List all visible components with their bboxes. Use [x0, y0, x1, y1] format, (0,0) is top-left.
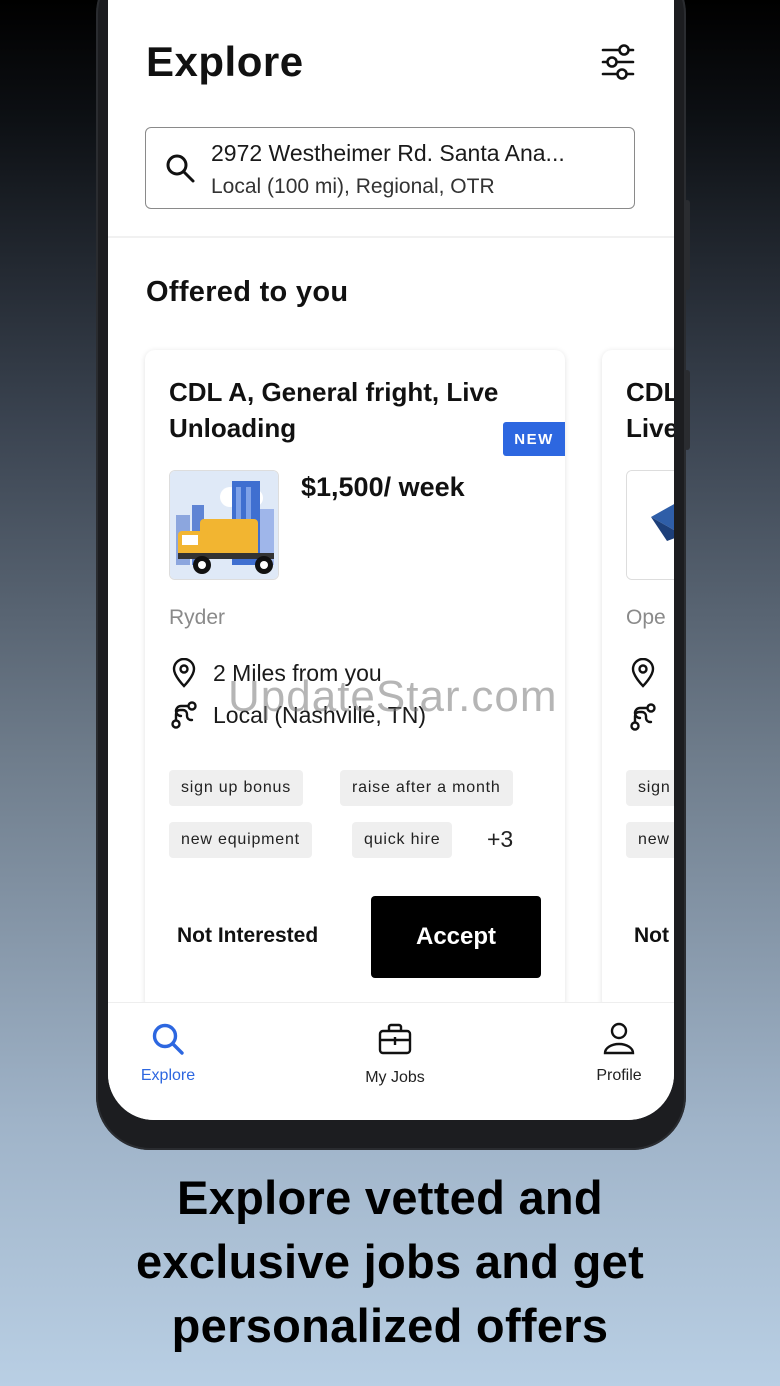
person-icon: [603, 1022, 635, 1055]
company-name: Ryder: [169, 606, 226, 629]
route-icon: [171, 701, 197, 729]
tag-chip: raise after a month: [340, 770, 513, 806]
caption-line: Explore vetted and: [177, 1171, 603, 1224]
caption-line: personalized offers: [171, 1299, 609, 1352]
job-thumbnail-truck-icon: [169, 470, 279, 580]
job-title: CDL A, General fright, Live Unloading: [169, 377, 499, 443]
not-interested-button-partial[interactable]: Not: [634, 924, 669, 948]
company-logo-icon: [626, 470, 674, 580]
app-screen: Explore 2972 Westheimer Rd. Santa Ana...…: [108, 0, 674, 1120]
nav-label-explore: Explore: [140, 1067, 196, 1084]
promo-caption: Explore vetted and exclusive jobs and ge…: [0, 1166, 780, 1358]
new-badge: NEW: [503, 422, 565, 456]
nav-item-my-jobs[interactable]: My Jobs: [335, 1003, 455, 1120]
bottom-navigation: Explore My Jobs Profile: [108, 1002, 674, 1120]
salary: $1,500/ week: [301, 472, 465, 502]
route-icon: [630, 703, 656, 731]
filter-sliders-icon[interactable]: [600, 42, 636, 82]
nav-item-explore[interactable]: Explore: [108, 1003, 228, 1120]
tag-chip-partial: new: [626, 822, 674, 858]
job-title-partial: CDL: [626, 377, 674, 407]
tag-chip: quick hire: [352, 822, 453, 858]
search-icon: [166, 154, 195, 183]
tag-chip: new equipment: [169, 822, 312, 858]
nav-label-profile: Profile: [596, 1067, 642, 1084]
page-title: Explore: [146, 38, 304, 85]
not-interested-button[interactable]: Not Interested: [177, 924, 318, 948]
watermark-text: UpdateStar.com: [228, 672, 558, 721]
job-offer-card-next[interactable]: CDL Live Ope sign new Not: [602, 350, 674, 1010]
search-address: 2972 Westheimer Rd. Santa Ana...: [211, 140, 565, 166]
briefcase-icon: [378, 1023, 412, 1055]
header-divider: [108, 236, 674, 238]
location-pin-icon: [631, 658, 655, 688]
job-title-partial: Live: [626, 413, 674, 443]
accept-button[interactable]: Accept: [371, 896, 541, 978]
section-title: Offered to you: [146, 276, 349, 308]
company-name-partial: Ope: [626, 606, 666, 629]
phone-side-button: [684, 370, 690, 450]
phone-side-button: [684, 200, 690, 290]
nav-label-my-jobs: My Jobs: [365, 1069, 425, 1086]
caption-line: exclusive jobs and get: [135, 1235, 645, 1288]
location-pin-icon: [172, 658, 196, 688]
tag-chip: sign up bonus: [169, 770, 304, 806]
more-tags-count[interactable]: +3: [487, 826, 513, 853]
location-search-box[interactable]: 2972 Westheimer Rd. Santa Ana... Local (…: [145, 127, 635, 209]
search-filters-summary: Local (100 mi), Regional, OTR: [211, 175, 495, 198]
tag-chip-partial: sign: [626, 770, 674, 806]
nav-item-profile[interactable]: Profile: [559, 1003, 674, 1120]
search-icon: [152, 1023, 184, 1055]
